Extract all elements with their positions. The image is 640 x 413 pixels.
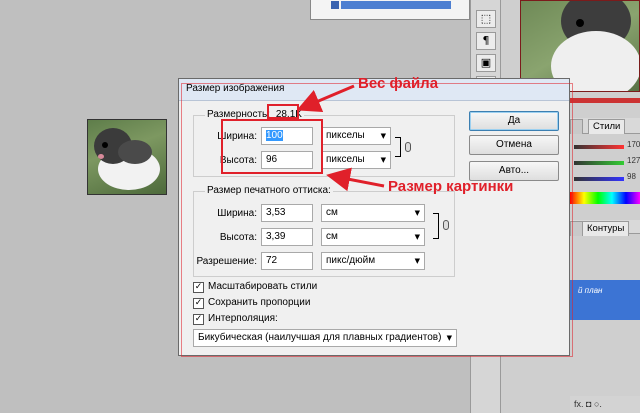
arrow-to-file-weight bbox=[296, 84, 355, 113]
annotation-arrows bbox=[296, 84, 385, 192]
arrow-to-image-size bbox=[326, 167, 385, 192]
